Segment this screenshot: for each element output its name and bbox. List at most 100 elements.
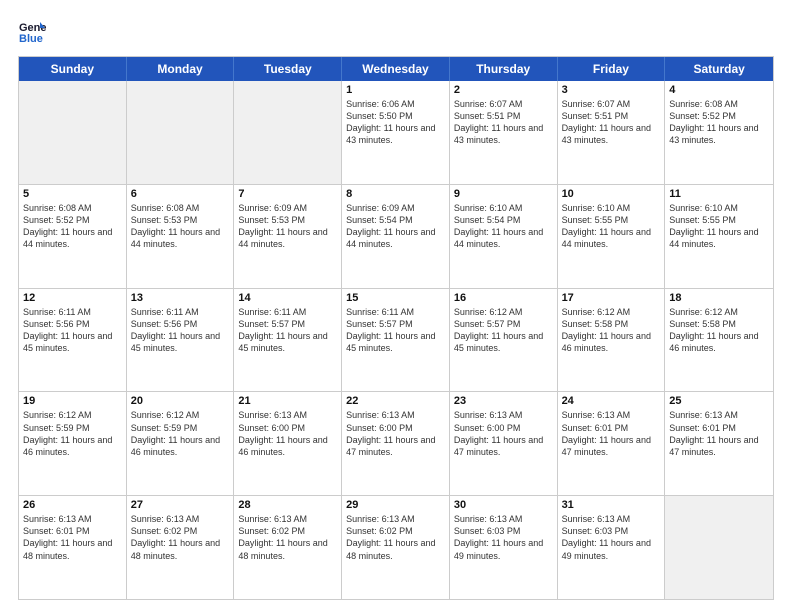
day-number: 31 xyxy=(562,499,661,511)
day-number: 6 xyxy=(131,188,230,200)
day-number: 26 xyxy=(23,499,122,511)
calendar-cell: 30 Sunrise: 6:13 AM Sunset: 6:03 PM Dayli… xyxy=(450,496,558,599)
day-info: Sunrise: 6:11 AM Sunset: 5:56 PM Dayligh… xyxy=(23,306,122,355)
day-number: 5 xyxy=(23,188,122,200)
day-info: Sunrise: 6:13 AM Sunset: 6:00 PM Dayligh… xyxy=(346,409,445,458)
svg-text:Blue: Blue xyxy=(19,33,43,45)
day-number: 10 xyxy=(562,188,661,200)
calendar-cell: 9 Sunrise: 6:10 AM Sunset: 5:54 PM Daylig… xyxy=(450,185,558,288)
calendar-cell: 21 Sunrise: 6:13 AM Sunset: 6:00 PM Dayli… xyxy=(234,392,342,495)
weekday-header: Friday xyxy=(558,57,666,81)
day-info: Sunrise: 6:12 AM Sunset: 5:59 PM Dayligh… xyxy=(23,409,122,458)
day-info: Sunrise: 6:09 AM Sunset: 5:54 PM Dayligh… xyxy=(346,202,445,251)
weekday-header: Saturday xyxy=(665,57,773,81)
calendar-cell xyxy=(19,81,127,184)
day-info: Sunrise: 6:09 AM Sunset: 5:53 PM Dayligh… xyxy=(238,202,337,251)
calendar-cell: 18Sunrise: 6:12 AM Sunset: 5:58 PM Dayli… xyxy=(665,289,773,392)
calendar-cell: 10 Sunrise: 6:10 AM Sunset: 5:55 PM Dayli… xyxy=(558,185,666,288)
calendar-header: SundayMondayTuesdayWednesdayThursdayFrid… xyxy=(19,57,773,81)
day-number: 24 xyxy=(562,395,661,407)
day-info: Sunrise: 6:13 AM Sunset: 6:02 PM Dayligh… xyxy=(238,513,337,562)
calendar-cell xyxy=(234,81,342,184)
day-info: Sunrise: 6:12 AM Sunset: 5:58 PM Dayligh… xyxy=(669,306,769,355)
calendar-cell xyxy=(127,81,235,184)
day-number: 13 xyxy=(131,292,230,304)
calendar-cell: 25 Sunrise: 6:13 AM Sunset: 6:01 PM Dayli… xyxy=(665,392,773,495)
day-number: 21 xyxy=(238,395,337,407)
day-number: 9 xyxy=(454,188,553,200)
day-info: Sunrise: 6:06 AM Sunset: 5:50 PM Dayligh… xyxy=(346,98,445,147)
day-info: Sunrise: 6:12 AM Sunset: 5:57 PM Dayligh… xyxy=(454,306,553,355)
day-info: Sunrise: 6:13 AM Sunset: 6:02 PM Dayligh… xyxy=(346,513,445,562)
day-info: Sunrise: 6:11 AM Sunset: 5:56 PM Dayligh… xyxy=(131,306,230,355)
calendar-cell: 16 Sunrise: 6:12 AM Sunset: 5:57 PM Dayli… xyxy=(450,289,558,392)
day-number: 4 xyxy=(669,84,769,96)
logo: General Blue xyxy=(18,18,46,46)
day-number: 29 xyxy=(346,499,445,511)
calendar-cell: 29 Sunrise: 6:13 AM Sunset: 6:02 PM Dayli… xyxy=(342,496,450,599)
weekday-header: Thursday xyxy=(450,57,558,81)
day-info: Sunrise: 6:13 AM Sunset: 6:01 PM Dayligh… xyxy=(669,409,769,458)
day-info: Sunrise: 6:12 AM Sunset: 5:58 PM Dayligh… xyxy=(562,306,661,355)
calendar-cell: 14 Sunrise: 6:11 AM Sunset: 5:57 PM Dayli… xyxy=(234,289,342,392)
weekday-header: Sunday xyxy=(19,57,127,81)
day-info: Sunrise: 6:08 AM Sunset: 5:52 PM Dayligh… xyxy=(23,202,122,251)
day-number: 25 xyxy=(669,395,769,407)
day-info: Sunrise: 6:13 AM Sunset: 6:01 PM Dayligh… xyxy=(23,513,122,562)
day-number: 17 xyxy=(562,292,661,304)
calendar-cell: 26 Sunrise: 6:13 AM Sunset: 6:01 PM Dayli… xyxy=(19,496,127,599)
day-number: 30 xyxy=(454,499,553,511)
calendar-cell: 12 Sunrise: 6:11 AM Sunset: 5:56 PM Dayli… xyxy=(19,289,127,392)
day-info: Sunrise: 6:11 AM Sunset: 5:57 PM Dayligh… xyxy=(238,306,337,355)
calendar: SundayMondayTuesdayWednesdayThursdayFrid… xyxy=(18,56,774,600)
day-number: 14 xyxy=(238,292,337,304)
day-info: Sunrise: 6:07 AM Sunset: 5:51 PM Dayligh… xyxy=(562,98,661,147)
day-info: Sunrise: 6:13 AM Sunset: 6:00 PM Dayligh… xyxy=(454,409,553,458)
day-number: 22 xyxy=(346,395,445,407)
day-info: Sunrise: 6:10 AM Sunset: 5:55 PM Dayligh… xyxy=(669,202,769,251)
day-number: 1 xyxy=(346,84,445,96)
day-number: 15 xyxy=(346,292,445,304)
calendar-cell: 13 Sunrise: 6:11 AM Sunset: 5:56 PM Dayli… xyxy=(127,289,235,392)
calendar-cell: 27Sunrise: 6:13 AM Sunset: 6:02 PM Dayli… xyxy=(127,496,235,599)
day-number: 11 xyxy=(669,188,769,200)
day-number: 16 xyxy=(454,292,553,304)
calendar-row: 12 Sunrise: 6:11 AM Sunset: 5:56 PM Dayli… xyxy=(19,289,773,393)
day-info: Sunrise: 6:13 AM Sunset: 6:00 PM Dayligh… xyxy=(238,409,337,458)
day-number: 23 xyxy=(454,395,553,407)
day-info: Sunrise: 6:08 AM Sunset: 5:53 PM Dayligh… xyxy=(131,202,230,251)
calendar-cell: 28Sunrise: 6:13 AM Sunset: 6:02 PM Dayli… xyxy=(234,496,342,599)
calendar-cell: 31 Sunrise: 6:13 AM Sunset: 6:03 PM Dayli… xyxy=(558,496,666,599)
calendar-cell: 11 Sunrise: 6:10 AM Sunset: 5:55 PM Dayli… xyxy=(665,185,773,288)
day-info: Sunrise: 6:13 AM Sunset: 6:01 PM Dayligh… xyxy=(562,409,661,458)
day-info: Sunrise: 6:13 AM Sunset: 6:03 PM Dayligh… xyxy=(562,513,661,562)
calendar-cell: 20 Sunrise: 6:12 AM Sunset: 5:59 PM Dayli… xyxy=(127,392,235,495)
day-info: Sunrise: 6:12 AM Sunset: 5:59 PM Dayligh… xyxy=(131,409,230,458)
day-number: 12 xyxy=(23,292,122,304)
day-number: 20 xyxy=(131,395,230,407)
calendar-cell: 15 Sunrise: 6:11 AM Sunset: 5:57 PM Dayli… xyxy=(342,289,450,392)
day-info: Sunrise: 6:10 AM Sunset: 5:54 PM Dayligh… xyxy=(454,202,553,251)
calendar-cell: 24 Sunrise: 6:13 AM Sunset: 6:01 PM Dayli… xyxy=(558,392,666,495)
calendar-cell: 5 Sunrise: 6:08 AM Sunset: 5:52 PM Daylig… xyxy=(19,185,127,288)
calendar-row: 26 Sunrise: 6:13 AM Sunset: 6:01 PM Dayli… xyxy=(19,496,773,599)
day-info: Sunrise: 6:13 AM Sunset: 6:03 PM Dayligh… xyxy=(454,513,553,562)
calendar-body: 1 Sunrise: 6:06 AM Sunset: 5:50 PM Daylig… xyxy=(19,81,773,599)
weekday-header: Tuesday xyxy=(234,57,342,81)
day-number: 2 xyxy=(454,84,553,96)
day-number: 19 xyxy=(23,395,122,407)
day-info: Sunrise: 6:08 AM Sunset: 5:52 PM Dayligh… xyxy=(669,98,769,147)
calendar-cell: 1 Sunrise: 6:06 AM Sunset: 5:50 PM Daylig… xyxy=(342,81,450,184)
calendar-cell: 2Sunrise: 6:07 AM Sunset: 5:51 PM Daylig… xyxy=(450,81,558,184)
weekday-header: Wednesday xyxy=(342,57,450,81)
calendar-cell: 6 Sunrise: 6:08 AM Sunset: 5:53 PM Daylig… xyxy=(127,185,235,288)
calendar-row: 1 Sunrise: 6:06 AM Sunset: 5:50 PM Daylig… xyxy=(19,81,773,185)
calendar-cell: 4 Sunrise: 6:08 AM Sunset: 5:52 PM Daylig… xyxy=(665,81,773,184)
calendar-cell: 3 Sunrise: 6:07 AM Sunset: 5:51 PM Daylig… xyxy=(558,81,666,184)
day-number: 3 xyxy=(562,84,661,96)
day-info: Sunrise: 6:11 AM Sunset: 5:57 PM Dayligh… xyxy=(346,306,445,355)
day-info: Sunrise: 6:10 AM Sunset: 5:55 PM Dayligh… xyxy=(562,202,661,251)
logo-icon: General Blue xyxy=(18,18,46,46)
page-header: General Blue xyxy=(18,18,774,46)
calendar-row: 5 Sunrise: 6:08 AM Sunset: 5:52 PM Daylig… xyxy=(19,185,773,289)
